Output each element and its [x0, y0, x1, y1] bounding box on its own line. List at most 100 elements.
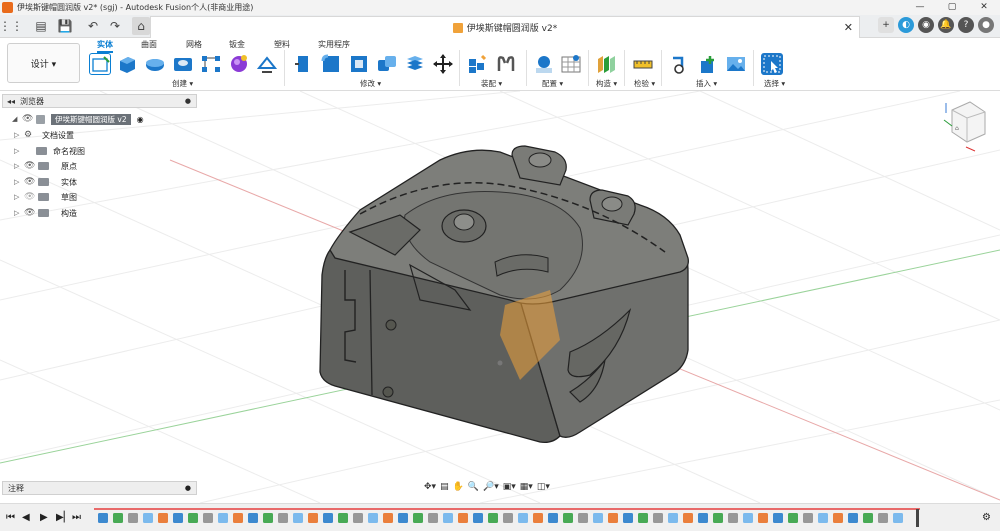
zoom-icon[interactable]: 🔍 [468, 482, 479, 492]
timeline-feature-icon[interactable] [578, 513, 588, 523]
timeline-feature-icon[interactable] [773, 513, 783, 523]
timeline-feature-icon[interactable] [203, 513, 213, 523]
go-to-start-icon[interactable]: ⏮ [6, 512, 15, 523]
close-window-button[interactable]: ✕ [968, 0, 1000, 15]
timeline-feature-icon[interactable] [473, 513, 483, 523]
user-avatar[interactable]: ● [978, 17, 994, 33]
timeline-feature-icon[interactable] [728, 513, 738, 523]
extensions-icon[interactable]: ◐ [898, 17, 914, 33]
timeline-track[interactable] [94, 507, 920, 527]
browser-options-icon[interactable]: ● [185, 97, 191, 105]
go-to-end-icon[interactable]: ⏭ [72, 512, 81, 523]
expand-arrow-icon[interactable]: ▷ [14, 178, 24, 186]
timeline-feature-icon[interactable] [248, 513, 258, 523]
browser-item-named-views[interactable]: ▷ 命名视图 [14, 144, 85, 158]
comments-options-icon[interactable]: ● [185, 484, 191, 492]
offset-plane-icon[interactable] [595, 53, 617, 75]
construct-group-label[interactable]: 构造 ▾ [596, 78, 617, 89]
close-tab-icon[interactable]: ✕ [844, 21, 853, 34]
form-icon[interactable] [228, 53, 250, 75]
press-pull-icon[interactable] [292, 53, 314, 75]
tab-sheet-metal[interactable]: 钣金 [229, 39, 245, 50]
timeline-settings-icon[interactable]: ⚙ [982, 512, 991, 523]
tab-plastic[interactable]: 塑料 [274, 39, 290, 50]
timeline-marker[interactable] [916, 509, 919, 527]
timeline-feature-icon[interactable] [758, 513, 768, 523]
inspect-group-label[interactable]: 检验 ▾ [634, 78, 655, 89]
comments-panel-header[interactable]: 注释 ● [2, 481, 197, 495]
timeline-feature-icon[interactable] [533, 513, 543, 523]
select-icon[interactable] [761, 53, 783, 75]
extrude-icon[interactable] [116, 53, 138, 75]
new-tab-icon[interactable]: + [878, 17, 894, 33]
pan-icon[interactable]: ✋ [453, 482, 464, 492]
shell-icon[interactable] [348, 53, 370, 75]
orbit-icon[interactable]: ✥▾ [424, 482, 436, 492]
modify-group-label[interactable]: 修改 ▾ [360, 78, 381, 89]
timeline-feature-icon[interactable] [668, 513, 678, 523]
split-body-icon[interactable] [404, 53, 426, 75]
step-forward-icon[interactable]: ▶▏ [56, 512, 71, 523]
expand-arrow-icon[interactable]: ▷ [14, 147, 24, 155]
timeline-feature-icon[interactable] [458, 513, 468, 523]
timeline-feature-icon[interactable] [848, 513, 858, 523]
timeline-feature-icon[interactable] [593, 513, 603, 523]
step-back-icon[interactable]: ◀ [22, 512, 30, 523]
combine-icon[interactable] [376, 53, 398, 75]
visibility-eye-icon[interactable]: 👁 [24, 177, 38, 187]
collapse-browser-icon[interactable]: ◂◂ [7, 97, 15, 106]
timeline-feature-icon[interactable] [173, 513, 183, 523]
timeline-feature-icon[interactable] [398, 513, 408, 523]
notifications-icon[interactable]: 🔔 [938, 17, 954, 33]
timeline-features[interactable] [94, 507, 920, 527]
visibility-eye-icon[interactable]: 👁 [22, 114, 36, 124]
timeline-feature-icon[interactable] [233, 513, 243, 523]
workspace-switcher[interactable]: 设计 ▾ [7, 43, 80, 83]
grid-settings-icon[interactable]: ▦▾ [520, 482, 533, 492]
move-icon[interactable] [432, 53, 454, 75]
timeline-feature-icon[interactable] [893, 513, 903, 523]
insert-derive-icon[interactable] [669, 53, 691, 75]
timeline-feature-icon[interactable] [383, 513, 393, 523]
timeline-feature-icon[interactable] [188, 513, 198, 523]
measure-icon[interactable] [632, 53, 654, 75]
save-icon[interactable]: 💾 [56, 17, 74, 35]
timeline-feature-icon[interactable] [293, 513, 303, 523]
new-component-icon[interactable] [467, 53, 489, 75]
timeline-feature-icon[interactable] [563, 513, 573, 523]
browser-item-construction[interactable]: ▷ 👁 构造 [14, 206, 77, 220]
view-cube[interactable]: ⌂ [943, 101, 986, 152]
display-settings-icon[interactable]: ▣▾ [503, 482, 516, 492]
browser-item-sketches[interactable]: ▷ 👁 草图 [14, 190, 77, 204]
configure-group-label[interactable]: 配置 ▾ [542, 78, 563, 89]
timeline-feature-icon[interactable] [863, 513, 873, 523]
tab-utilities[interactable]: 实用程序 [318, 39, 350, 50]
timeline-feature-icon[interactable] [353, 513, 363, 523]
tab-solid[interactable]: 实体 [97, 39, 113, 53]
timeline-feature-icon[interactable] [713, 513, 723, 523]
collapse-arrow-icon[interactable]: ◢ [12, 115, 22, 123]
help-icon[interactable]: ? [958, 17, 974, 33]
browser-panel-header[interactable]: ◂◂ 浏览器 ● [2, 94, 197, 108]
tab-mesh[interactable]: 网格 [186, 39, 202, 50]
timeline-feature-icon[interactable] [503, 513, 513, 523]
timeline-feature-icon[interactable] [443, 513, 453, 523]
insert-image-icon[interactable] [725, 53, 747, 75]
tab-surface[interactable]: 曲面 [141, 39, 157, 50]
timeline-feature-icon[interactable] [218, 513, 228, 523]
timeline-feature-icon[interactable] [143, 513, 153, 523]
viewports-icon[interactable]: ◫▾ [537, 482, 550, 492]
derive-icon[interactable] [256, 53, 278, 75]
timeline-feature-icon[interactable] [113, 513, 123, 523]
select-group-label[interactable]: 选择 ▾ [764, 78, 785, 89]
timeline-feature-icon[interactable] [818, 513, 828, 523]
expand-arrow-icon[interactable]: ▷ [14, 131, 24, 139]
undo-icon[interactable]: ↶ [84, 17, 102, 35]
hole-icon[interactable] [172, 53, 194, 75]
home-icon[interactable]: ⌂ [132, 17, 150, 35]
assemble-group-label[interactable]: 装配 ▾ [481, 78, 502, 89]
timeline-feature-icon[interactable] [413, 513, 423, 523]
insert-group-label[interactable]: 插入 ▾ [696, 78, 717, 89]
expand-arrow-icon[interactable]: ▷ [14, 209, 24, 217]
pattern-icon[interactable] [200, 53, 222, 75]
